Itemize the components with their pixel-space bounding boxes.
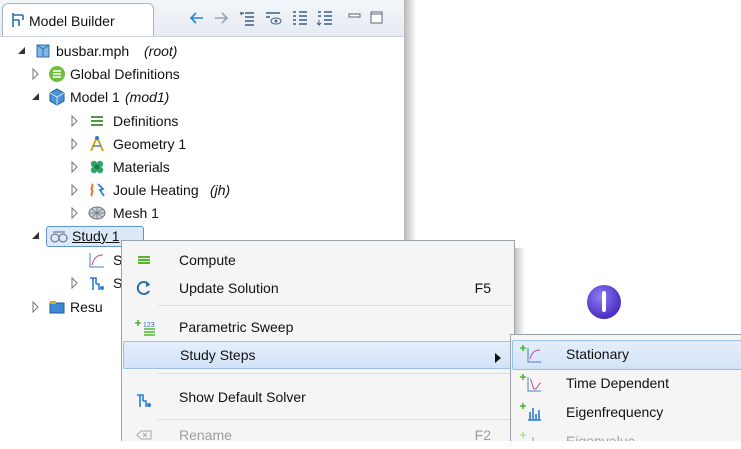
back-arrow-icon[interactable] <box>188 9 206 27</box>
menu-item-label: Show Default Solver <box>179 389 306 405</box>
submenu-item-label: Stationary <box>566 346 630 362</box>
parametric-sweep-icon: 123 <box>135 318 155 336</box>
menu-item-update-solution[interactable]: Update Solution F5 <box>123 274 513 302</box>
tree-item-label: Geometry 1 <box>113 136 187 152</box>
tree-item-root[interactable]: busbar.mph (root) <box>0 40 404 62</box>
tree-item-joule-heating[interactable]: Joule Heating (jh) <box>0 179 404 201</box>
model-builder-icon <box>10 12 26 31</box>
tree-item-definitions[interactable]: Definitions <box>0 110 404 132</box>
submenu-item-label: Time Dependent <box>566 375 669 391</box>
collapsed-arrow-icon[interactable] <box>70 272 80 294</box>
menu-item-compute[interactable]: Compute <box>123 246 513 274</box>
menu-item-label: Study Steps <box>180 347 256 363</box>
tree-item-tag: (jh) <box>210 182 231 198</box>
stationary-icon <box>88 251 106 269</box>
menu-separator <box>158 419 512 420</box>
materials-icon <box>88 158 106 176</box>
tree-item-tag: (root) <box>144 43 178 59</box>
tree-item-label: Definitions <box>113 113 179 129</box>
svg-text:123: 123 <box>143 322 155 329</box>
collapse-sections-icon[interactable] <box>316 9 334 27</box>
tree-item-model[interactable]: Model 1 (mod1) <box>0 86 404 108</box>
collapsed-arrow-icon[interactable] <box>31 63 41 85</box>
tab-model-builder[interactable]: Model Builder <box>2 3 154 36</box>
tree-item-global-definitions[interactable]: Global Definitions <box>0 63 404 85</box>
tree-item-label: Model 1 <box>70 89 120 105</box>
tree-item-label: busbar.mph <box>56 43 130 59</box>
menu-item-study-steps[interactable]: Study Steps <box>123 341 515 369</box>
rename-icon <box>135 426 153 444</box>
tree-item-label: Joule Heating <box>113 182 199 198</box>
mesh-icon <box>88 204 106 222</box>
show-icon[interactable] <box>238 9 256 27</box>
tree-item-label: Study 1 <box>72 228 120 244</box>
menu-separator <box>158 373 512 374</box>
collapsed-arrow-icon[interactable] <box>70 156 80 178</box>
collapsed-arrow-icon[interactable] <box>31 296 41 318</box>
tree-item-mesh[interactable]: Mesh 1 <box>0 202 404 224</box>
expanded-arrow-icon[interactable] <box>17 40 27 62</box>
menu-item-label: Rename <box>179 427 232 443</box>
hide-icon[interactable] <box>264 9 282 27</box>
study-steps-submenu: Stationary Time Dependent Eigenfrequency… <box>510 334 741 441</box>
tree-item-label: Mesh 1 <box>113 205 159 221</box>
compute-icon <box>135 251 153 269</box>
stationary-add-icon <box>520 344 542 364</box>
menu-item-rename[interactable]: Rename F2 <box>123 421 513 449</box>
collapsed-arrow-icon[interactable] <box>70 179 80 201</box>
menu-shortcut: F2 <box>474 427 491 443</box>
tree-item-materials[interactable]: Materials <box>0 156 404 178</box>
panel-shadow <box>404 0 416 240</box>
submenu-item-eigenvalue[interactable]: Eigenvalue <box>512 427 741 441</box>
forward-arrow-icon[interactable] <box>212 9 230 27</box>
definitions-icon <box>88 112 106 130</box>
global-definitions-icon <box>48 65 66 83</box>
collapsed-arrow-icon[interactable] <box>70 110 80 132</box>
tree-item-tag: (mod1) <box>125 89 170 105</box>
tree-item-label: Global Definitions <box>70 66 180 82</box>
context-menu: Compute Update Solution F5 123 Parametri… <box>121 240 515 443</box>
model-cube-icon <box>48 88 66 106</box>
menu-shortcut: F5 <box>474 280 491 296</box>
tree-item-geometry[interactable]: Geometry 1 <box>0 133 404 155</box>
tree-item-label: Materials <box>113 159 170 175</box>
solver-icon <box>135 391 153 409</box>
panel-tab-bar: Model Builder <box>0 0 404 37</box>
menu-item-show-default-solver[interactable]: Show Default Solver <box>123 381 513 409</box>
time-dependent-add-icon <box>520 373 542 393</box>
study-icon <box>50 227 68 245</box>
submenu-arrow-icon <box>494 350 502 366</box>
expand-sections-icon[interactable] <box>291 9 309 27</box>
submenu-item-label: Eigenfrequency <box>566 404 664 420</box>
eigenfrequency-add-icon <box>520 402 542 422</box>
collapsed-arrow-icon[interactable] <box>70 202 80 224</box>
menu-item-label: Update Solution <box>179 280 279 296</box>
model-file-icon <box>34 42 52 60</box>
minimize-icon[interactable] <box>346 9 364 27</box>
info-indicator-icon <box>587 285 621 319</box>
tree-item-label: Resu <box>70 299 103 315</box>
collapsed-arrow-icon[interactable] <box>70 133 80 155</box>
menu-item-label: Parametric Sweep <box>179 319 294 335</box>
geometry-compass-icon <box>88 135 106 153</box>
maximize-icon[interactable] <box>368 9 386 27</box>
expanded-arrow-icon[interactable] <box>31 86 41 108</box>
solver-icon <box>88 274 106 292</box>
menu-item-label: Compute <box>179 252 236 268</box>
submenu-item-time-dependent[interactable]: Time Dependent <box>512 369 741 397</box>
submenu-item-stationary[interactable]: Stationary <box>512 340 741 370</box>
menu-item-parametric-sweep[interactable]: 123 Parametric Sweep <box>123 313 513 341</box>
menu-separator <box>158 305 512 306</box>
tab-title: Model Builder <box>29 13 115 29</box>
results-icon <box>48 298 66 316</box>
submenu-item-eigenfrequency[interactable]: Eigenfrequency <box>512 398 741 426</box>
update-refresh-icon <box>135 279 153 297</box>
expanded-arrow-icon[interactable] <box>31 225 41 247</box>
joule-heating-icon <box>88 181 106 199</box>
